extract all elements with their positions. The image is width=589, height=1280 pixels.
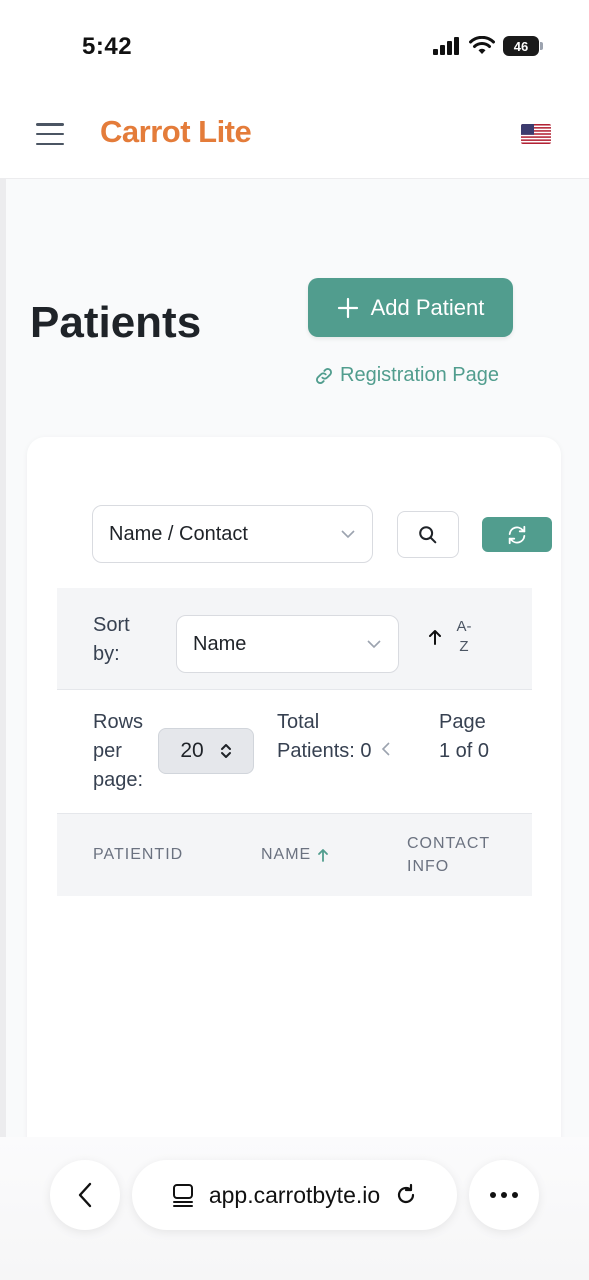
- page-title: Patients: [30, 298, 202, 347]
- url-text: app.carrotbyte.io: [208, 1181, 381, 1208]
- refresh-icon: [508, 525, 526, 544]
- app-header: [0, 90, 589, 179]
- column-header-name-label: NAME: [261, 846, 312, 863]
- wifi-icon: [469, 36, 495, 54]
- sort-asc-icon: [318, 848, 329, 862]
- rows-per-page-value: 20: [180, 739, 204, 762]
- search-field-select[interactable]: Name / Contact: [92, 505, 373, 563]
- total-patients-label: Total Patients: 0: [277, 711, 372, 762]
- status-icons: 46: [433, 36, 543, 56]
- add-patient-label: Add Patient: [370, 294, 485, 320]
- battery-indicator: 46: [503, 36, 543, 56]
- chevron-down-icon: [341, 530, 355, 539]
- sort-direction-toggle[interactable]: A-Z: [428, 617, 474, 657]
- rows-per-page-select[interactable]: 20: [158, 728, 254, 774]
- rows-per-page-label: Rows per page:: [93, 711, 144, 791]
- sort-direction-label: A-Z: [456, 618, 472, 655]
- up-down-chevron-icon: [220, 744, 231, 758]
- page-tabs-icon: [172, 1184, 193, 1207]
- registration-page-link[interactable]: Registration Page: [314, 364, 499, 387]
- chevron-left-icon: [78, 1182, 92, 1208]
- add-patient-button[interactable]: Add Patient: [308, 278, 513, 337]
- reload-icon[interactable]: [394, 1183, 418, 1207]
- column-header-contact-info[interactable]: CONTACT INFO: [407, 832, 517, 878]
- status-time: 5:42: [82, 33, 133, 60]
- page-indicator: Page 1 of 0: [439, 711, 490, 762]
- previous-page-button[interactable]: [380, 740, 392, 764]
- sort-by-select[interactable]: Name: [176, 615, 399, 673]
- arrow-up-icon: [429, 630, 441, 645]
- browser-more-button[interactable]: [469, 1160, 539, 1230]
- search-button[interactable]: [397, 511, 459, 558]
- chevron-left-icon: [381, 742, 390, 756]
- hamburger-icon[interactable]: [36, 123, 64, 145]
- registration-page-label: Registration Page: [340, 364, 499, 386]
- us-flag-icon[interactable]: [521, 124, 551, 144]
- chevron-down-icon: [367, 640, 381, 649]
- sort-by-value: Name: [193, 632, 247, 655]
- link-icon: [316, 367, 332, 384]
- more-dots-icon: [490, 1192, 518, 1198]
- address-bar[interactable]: app.carrotbyte.io: [132, 1160, 457, 1230]
- column-header-name[interactable]: NAME: [261, 843, 329, 866]
- plus-icon: [337, 297, 358, 318]
- refresh-button[interactable]: [482, 517, 552, 552]
- sort-by-label: Sort by:: [93, 614, 130, 665]
- search-field-value: Name / Contact: [109, 522, 248, 545]
- search-icon: [419, 525, 437, 543]
- signal-icon: [433, 37, 459, 55]
- browser-back-button[interactable]: [50, 1160, 120, 1230]
- column-header-patientid[interactable]: PATIENTID: [93, 843, 183, 866]
- brand-logo[interactable]: Carrot Lite: [100, 114, 252, 150]
